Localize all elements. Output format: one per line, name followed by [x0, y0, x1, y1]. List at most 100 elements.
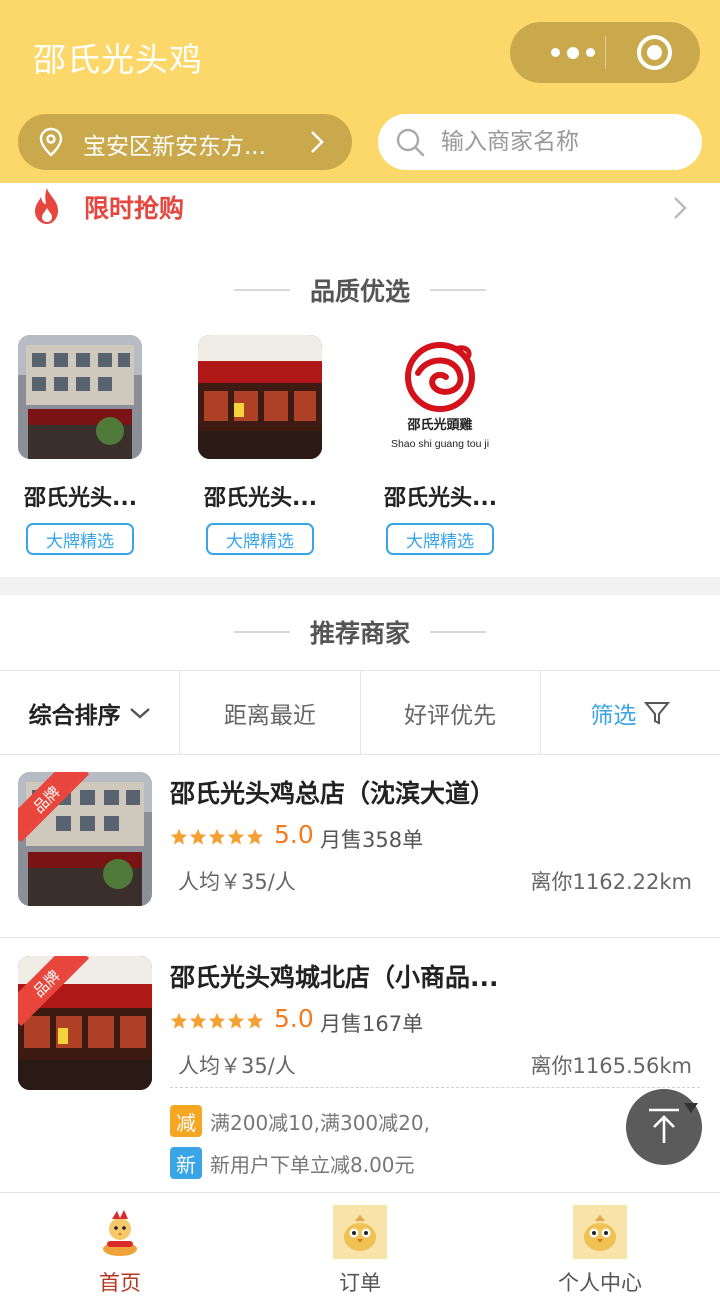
store-distance: 离你1162.22km [530, 870, 692, 894]
rating-score: 5.0 [274, 1004, 314, 1033]
store-name: 邵氏光头鸡城北店（小商品... [170, 963, 499, 992]
header-bar: 邵氏光头鸡 宝安区新安东方... [0, 0, 720, 183]
store-name: 邵氏光头鸡总店（沈滨大道） [170, 779, 496, 808]
bottom-tab-bar: 首页 订单 个人中心 [0, 1192, 720, 1303]
orders-mascot-icon [333, 1205, 387, 1259]
store-photo [18, 335, 142, 459]
star-icon [208, 1012, 226, 1029]
home-mascot-icon [103, 1210, 137, 1256]
location-pin-icon [39, 127, 63, 157]
quality-section-title: 品质优选 [0, 270, 720, 310]
search-input[interactable] [441, 123, 681, 161]
store-logo: 邵氏光頭雞 Shao shi guang tou ji [378, 335, 502, 459]
filter-label: 筛选 [590, 702, 637, 729]
search-bar[interactable] [378, 114, 702, 170]
recommend-title-text: 推荐商家 [309, 619, 410, 648]
star-icon [170, 1012, 188, 1029]
more-options-button[interactable] [538, 22, 608, 83]
sort-tab-label: 好评优先 [404, 702, 497, 729]
sort-tab-comprehensive[interactable]: 综合排序 [0, 671, 181, 754]
star-icon [227, 1012, 245, 1029]
close-miniprogram-button[interactable] [637, 35, 672, 70]
average-price: 人均￥35/人 [178, 1054, 296, 1078]
tab-orders[interactable]: 订单 [240, 1193, 480, 1303]
profile-mascot-icon [573, 1205, 627, 1259]
featured-store-card[interactable]: 邵氏光頭雞 Shao shi guang tou ji 邵氏光头... 大牌精选 [378, 335, 518, 560]
featured-store-card[interactable]: 邵氏光头... 大牌精选 [198, 335, 338, 560]
star-icon [189, 828, 207, 845]
app-title: 邵氏光头鸡 [33, 40, 203, 79]
title-line [430, 631, 486, 633]
tab-label: 个人中心 [558, 1271, 642, 1295]
brand-pick-tag: 大牌精选 [206, 523, 314, 555]
monthly-sales: 月售167单 [320, 1012, 424, 1036]
arrow-up-icon [649, 1108, 679, 1143]
star-icon [246, 1012, 264, 1029]
rating-stars [170, 1012, 264, 1030]
flash-sale-label: 限时抢购 [84, 194, 185, 223]
star-icon [170, 828, 188, 845]
new-user-chip: 新 [170, 1147, 202, 1179]
recommend-section-title: 推荐商家 [0, 612, 720, 652]
store-photo: 品牌 [18, 772, 152, 906]
tab-profile[interactable]: 个人中心 [480, 1193, 720, 1303]
sort-bar: 综合排序 距离最近 好评优先 筛选 [0, 670, 720, 755]
chevron-right-icon [674, 197, 687, 219]
featured-store-name: 邵氏光头... [204, 486, 318, 511]
tab-label: 首页 [99, 1271, 141, 1295]
sort-tab-label: 综合排序 [28, 702, 121, 729]
new-user-text: 新用户下单立减8.00元 [210, 1152, 415, 1177]
location-text: 宝安区新安东方... [83, 134, 266, 160]
brand-pick-tag: 大牌精选 [26, 523, 134, 555]
capsule-divider [605, 36, 606, 69]
featured-store-name: 邵氏光头... [384, 486, 498, 511]
discount-chip: 减 [170, 1105, 202, 1137]
store-list-item[interactable]: 品牌 邵氏光头鸡总店（沈滨大道） 5.0 月售358单 人均￥35/人 离你11… [0, 772, 720, 912]
chevron-right-icon [311, 131, 324, 153]
sort-tab-label: 距离最近 [223, 702, 316, 729]
rating-score: 5.0 [274, 820, 314, 849]
quality-title-text: 品质优选 [309, 277, 410, 306]
rooster-logo-icon: 邵氏光頭雞 Shao shi guang tou ji [378, 335, 502, 459]
chevron-down-icon [129, 707, 150, 719]
store-distance: 离你1165.56km [530, 1054, 692, 1078]
promo-new-user: 新 新用户下单立减8.00元 [170, 1147, 415, 1179]
sort-tab-top-rated[interactable]: 好评优先 [361, 671, 541, 754]
caret-down-icon [684, 1103, 698, 1113]
title-line [233, 289, 290, 291]
tab-label: 订单 [339, 1271, 381, 1295]
title-line [430, 289, 486, 291]
star-icon [246, 828, 264, 845]
monthly-sales: 月售358单 [320, 828, 424, 852]
svg-text:邵氏光頭雞: 邵氏光頭雞 [406, 417, 472, 433]
star-icon [189, 1012, 207, 1029]
promo-discount: 减 满200减10,满300减20, [170, 1105, 430, 1137]
featured-store-name: 邵氏光头... [24, 486, 138, 511]
dot-icon [586, 48, 595, 57]
list-divider [0, 937, 720, 938]
menu-capsule [510, 22, 700, 83]
sort-tab-nearest[interactable]: 距离最近 [180, 671, 361, 754]
filter-button[interactable]: 筛选 [541, 671, 720, 754]
dashed-divider [170, 1087, 700, 1088]
store-list-item[interactable]: 品牌 邵氏光头鸡城北店（小商品... 5.0 月售167单 人均￥35/人 离你… [0, 956, 720, 1096]
title-line [233, 631, 290, 633]
tab-home[interactable]: 首页 [0, 1193, 240, 1303]
star-icon [208, 828, 226, 845]
featured-store-card[interactable]: 邵氏光头... 大牌精选 [18, 335, 158, 560]
flash-sale-entry[interactable]: 限时抢购 [0, 183, 720, 233]
dot-icon [567, 46, 579, 59]
fire-icon [35, 188, 58, 224]
location-selector[interactable]: 宝安区新安东方... [18, 114, 352, 170]
section-divider [0, 577, 720, 595]
dot-icon [551, 48, 560, 57]
brand-pick-tag: 大牌精选 [386, 523, 494, 555]
average-price: 人均￥35/人 [178, 870, 296, 894]
svg-text:Shao shi guang tou ji: Shao shi guang tou ji [391, 438, 489, 450]
search-icon [396, 128, 425, 157]
store-photo [198, 335, 322, 459]
store-photo: 品牌 [18, 956, 152, 1090]
discount-text: 满200减10,满300减20, [210, 1110, 430, 1135]
back-to-top-button[interactable] [626, 1089, 702, 1165]
rating-stars [170, 828, 264, 846]
